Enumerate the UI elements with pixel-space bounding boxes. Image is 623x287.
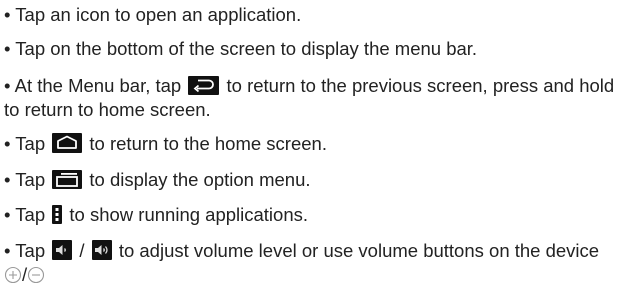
bullet: • xyxy=(4,4,11,25)
minus-circle-icon xyxy=(27,266,45,284)
instruction-item-volume: • Tap / to adjust volume level or use vo… xyxy=(4,239,621,287)
instruction-item-menu-bar: • Tap on the bottom of the screen to dis… xyxy=(4,37,621,61)
menu-icon xyxy=(52,170,83,189)
instruction-text: • Tap to return to the home screen. xyxy=(4,132,621,156)
volume-down-icon xyxy=(52,240,73,260)
instruction-label-after: to adjust volume level or use volume but… xyxy=(118,240,600,261)
home-icon xyxy=(52,133,83,153)
recent-apps-icon xyxy=(52,205,63,224)
instruction-label-before: Tap xyxy=(15,133,46,154)
instruction-item-back: • At the Menu bar, tap to return to the … xyxy=(4,74,621,122)
back-arrow-icon xyxy=(188,76,220,95)
instruction-text: • At the Menu bar, tap to return to the … xyxy=(4,74,621,122)
instruction-label: Tap on the bottom of the screen to displ… xyxy=(15,38,478,59)
bullet: • xyxy=(4,169,11,190)
volume-separator: / xyxy=(79,240,85,261)
instruction-label-after: to show running applications. xyxy=(69,204,309,225)
instruction-label-before: Tap xyxy=(15,169,46,190)
instruction-item-home: • Tap to return to the home screen. xyxy=(4,132,621,156)
instruction-label-before: Tap xyxy=(15,204,46,225)
plus-circle-icon xyxy=(4,266,22,284)
bullet: • xyxy=(4,204,11,225)
volume-up-icon xyxy=(91,240,112,260)
instructions-document: • Tap an icon to open an application. • … xyxy=(0,0,623,285)
instruction-text: • Tap on the bottom of the screen to dis… xyxy=(4,37,621,61)
instruction-text: • Tap to show running applications. xyxy=(4,203,621,227)
bullet: • xyxy=(4,38,11,59)
instruction-text: • Tap to display the option menu. xyxy=(4,168,621,192)
bullet: • xyxy=(4,133,11,154)
instruction-text: • Tap / to adjust volume level or use vo… xyxy=(4,239,621,287)
instruction-item-menu: • Tap to display the option menu. xyxy=(4,168,621,192)
instruction-label-before: Tap xyxy=(15,240,46,261)
instruction-label: Tap an icon to open an application. xyxy=(15,4,302,25)
bullet: • xyxy=(4,240,11,261)
instruction-text: • Tap an icon to open an application. xyxy=(4,3,621,27)
instruction-item-open-app: • Tap an icon to open an application. xyxy=(4,3,621,27)
instruction-label-before: At the Menu bar, tap xyxy=(14,75,182,96)
bullet: • xyxy=(4,75,11,96)
instruction-label-after: to return to the home screen. xyxy=(89,133,327,154)
instruction-item-recent: • Tap to show running applications. xyxy=(4,203,621,227)
instruction-label-after: to display the option menu. xyxy=(89,169,311,190)
